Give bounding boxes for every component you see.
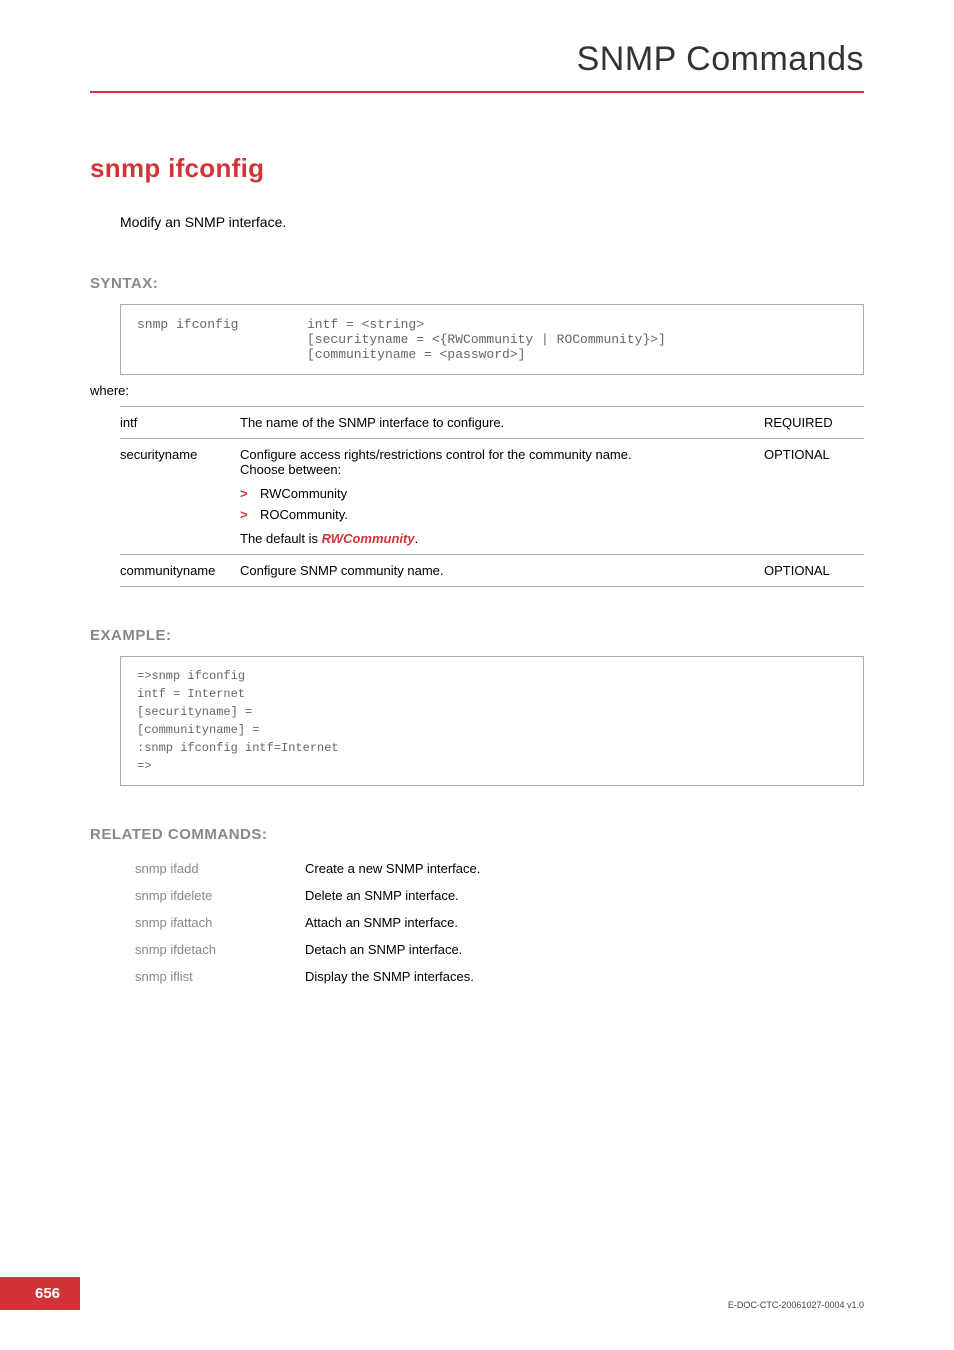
related-command-desc: Detach an SNMP interface.	[305, 936, 480, 963]
default-suffix: .	[415, 531, 419, 546]
related-command-name: snmp iflist	[135, 963, 305, 990]
related-command-name: snmp ifdelete	[135, 882, 305, 909]
example-label: EXAMPLE:	[90, 627, 864, 644]
table-row: snmp ifattach Attach an SNMP interface.	[135, 909, 480, 936]
param-name: communityname	[120, 555, 240, 587]
related-command-desc: Create a new SNMP interface.	[305, 855, 480, 882]
parameters-table: intf The name of the SNMP interface to c…	[120, 406, 864, 587]
related-command-name: snmp ifattach	[135, 909, 305, 936]
param-requirement: OPTIONAL	[764, 439, 864, 555]
page-number: 656	[0, 1277, 80, 1310]
param-name: intf	[120, 407, 240, 439]
syntax-arguments: intf = <string> [securityname = <{RWComm…	[307, 317, 666, 362]
where-label: where:	[90, 383, 864, 398]
table-row: securityname Configure access rights/res…	[120, 439, 864, 555]
default-prefix: The default is	[240, 531, 322, 546]
param-desc: The name of the SNMP interface to config…	[240, 407, 764, 439]
document-id: E-DOC-CTC-20061027-0004 v1.0	[728, 1300, 864, 1310]
param-desc-text: Configure access rights/restrictions con…	[240, 447, 632, 477]
param-desc: Configure SNMP community name.	[240, 555, 764, 587]
param-options-list: RWCommunity ROCommunity.	[240, 483, 754, 525]
param-requirement: REQUIRED	[764, 407, 864, 439]
param-desc: Configure access rights/restrictions con…	[240, 439, 764, 555]
default-value: RWCommunity	[322, 531, 415, 546]
param-name: securityname	[120, 439, 240, 555]
example-box: =>snmp ifconfig intf = Internet [securit…	[120, 656, 864, 786]
param-default: The default is RWCommunity.	[240, 531, 754, 546]
related-command-desc: Delete an SNMP interface.	[305, 882, 480, 909]
table-row: intf The name of the SNMP interface to c…	[120, 407, 864, 439]
syntax-label: SYNTAX:	[90, 275, 864, 292]
table-row: communityname Configure SNMP community n…	[120, 555, 864, 587]
related-command-desc: Display the SNMP interfaces.	[305, 963, 480, 990]
related-commands-table: snmp ifadd Create a new SNMP interface. …	[135, 855, 480, 990]
related-commands-label: RELATED COMMANDS:	[90, 826, 864, 843]
table-row: snmp ifdetach Detach an SNMP interface.	[135, 936, 480, 963]
list-item: ROCommunity.	[240, 504, 754, 525]
list-item: RWCommunity	[240, 483, 754, 504]
syntax-box: snmp ifconfig intf = <string> [securityn…	[120, 304, 864, 375]
related-command-name: snmp ifdetach	[135, 936, 305, 963]
syntax-command: snmp ifconfig	[137, 317, 307, 362]
page-footer: 656 E-DOC-CTC-20061027-0004 v1.0	[0, 1277, 954, 1310]
table-row: snmp ifdelete Delete an SNMP interface.	[135, 882, 480, 909]
table-row: snmp ifadd Create a new SNMP interface.	[135, 855, 480, 882]
table-row: snmp iflist Display the SNMP interfaces.	[135, 963, 480, 990]
command-description: Modify an SNMP interface.	[120, 214, 864, 230]
page-header-title: SNMP Commands	[90, 40, 864, 93]
param-requirement: OPTIONAL	[764, 555, 864, 587]
command-name-heading: snmp ifconfig	[90, 153, 864, 184]
related-command-name: snmp ifadd	[135, 855, 305, 882]
related-command-desc: Attach an SNMP interface.	[305, 909, 480, 936]
